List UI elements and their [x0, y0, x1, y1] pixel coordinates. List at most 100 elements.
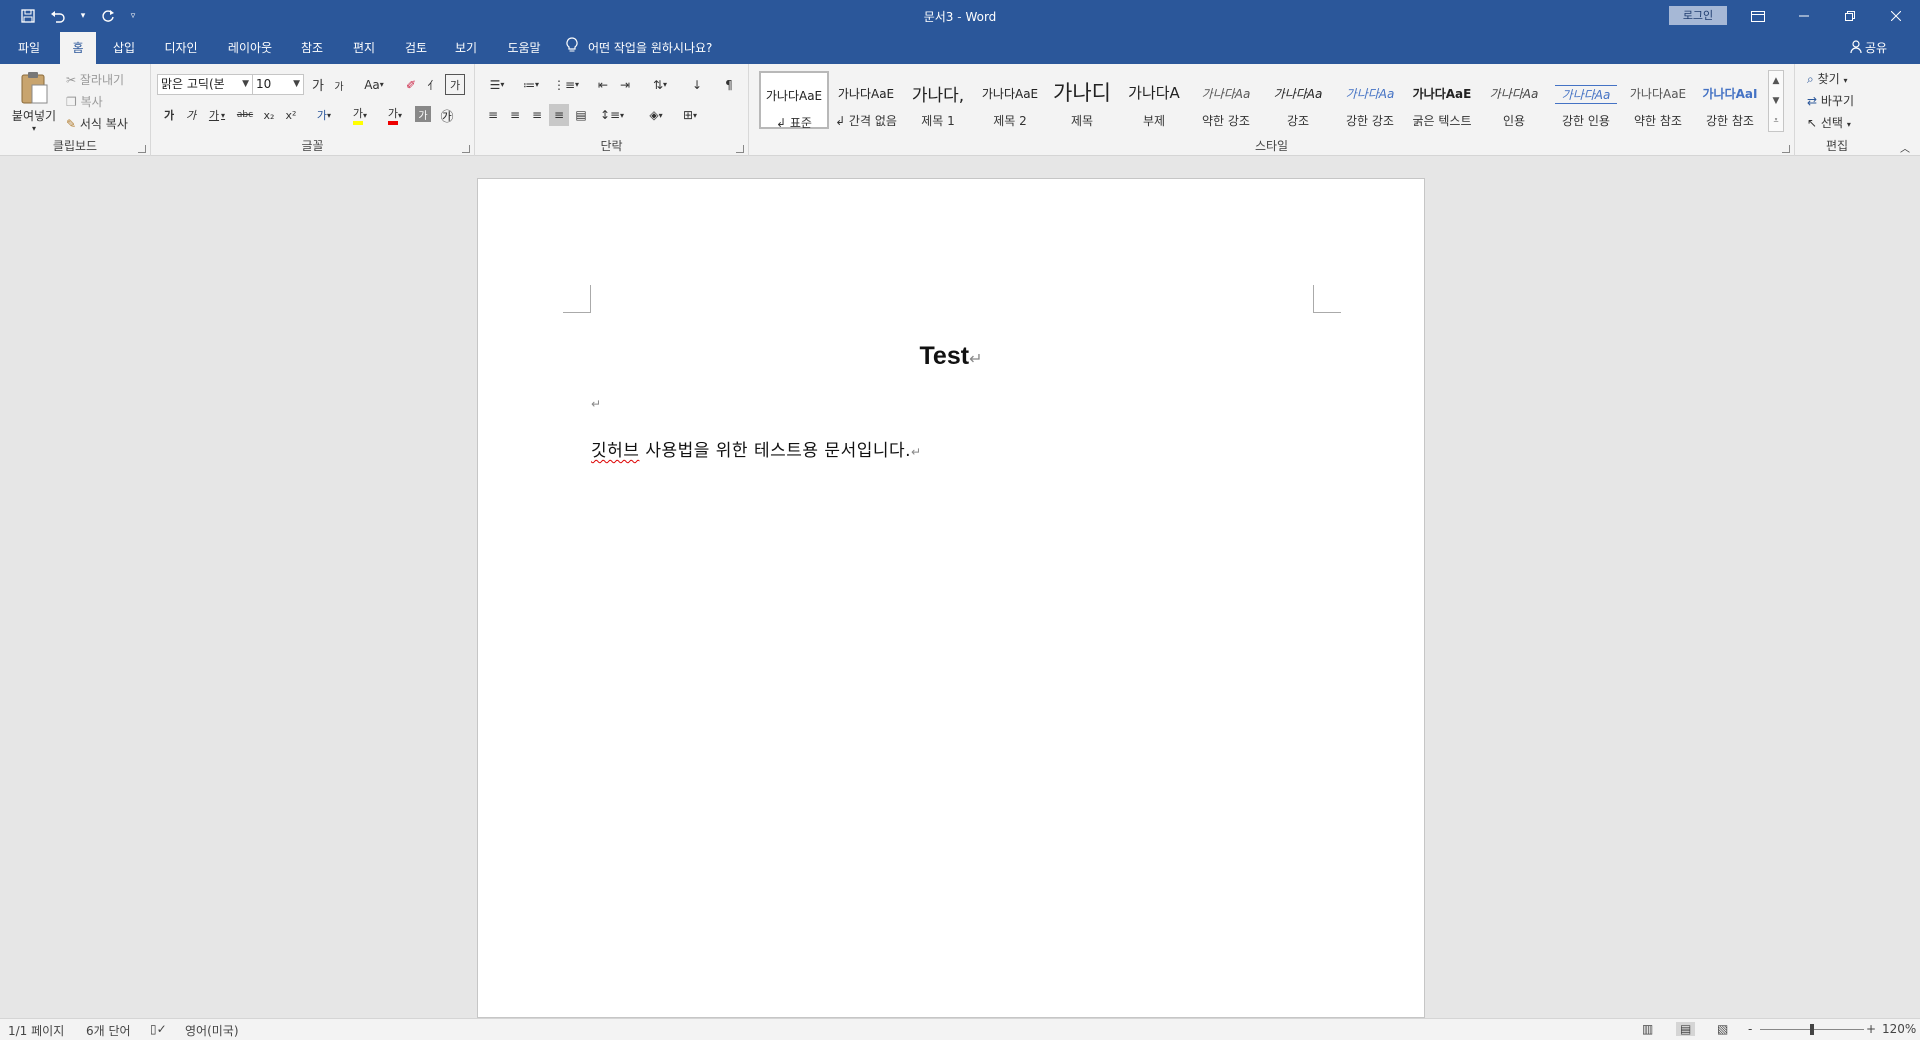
zoom-slider-thumb[interactable] [1810, 1024, 1814, 1035]
bullets-icon[interactable]: ☰ ▾ [483, 74, 511, 95]
style-strong[interactable]: 가나다AaE 굵은 텍스트 [1407, 71, 1477, 129]
style-no-spacing[interactable]: 가나다AaE ↲ 간격 없음 [831, 71, 901, 129]
text-effects-button[interactable]: 가 ▾ [309, 104, 339, 126]
superscript-button[interactable]: x² [281, 104, 301, 126]
word-count[interactable]: 6개 단어 [86, 1022, 131, 1039]
clipboard-group: 붙여넣기 ▾ ✂ 잘라내기 ❐ 복사 ✎ 서식 복사 클립보드 [0, 64, 151, 156]
document-area[interactable]: Test↵ ↵ 깃허브 사용법을 위한 테스트용 문서입니다.↵ [0, 157, 1920, 1018]
tab-mailings[interactable]: 편지 [346, 32, 382, 64]
sort-icon[interactable]: ↓ [687, 74, 707, 95]
show-formatting-marks-icon[interactable]: ¶ [719, 74, 739, 95]
character-border-icon[interactable]: 가 [445, 74, 465, 95]
increase-indent-icon[interactable]: ⇥ [615, 74, 635, 95]
share-button[interactable]: 공유 [1850, 32, 1887, 64]
ribbon-display-options-icon[interactable] [1735, 0, 1781, 32]
tab-help[interactable]: 도움말 [500, 32, 548, 64]
line-spacing-icon[interactable]: ↕≡ ▾ [597, 104, 627, 126]
style-quote[interactable]: 가나다Aa 인용 [1479, 71, 1549, 129]
zoom-in-button[interactable]: + [1866, 1022, 1876, 1036]
language-status[interactable]: 영어(미국) [185, 1022, 239, 1039]
format-painter-button[interactable]: ✎ 서식 복사 [66, 115, 128, 132]
underline-button[interactable]: 가 ▾ [203, 104, 231, 126]
change-case-button[interactable]: Aa ▾ [359, 74, 389, 95]
highlight-button[interactable]: 가 ▾ [344, 104, 376, 126]
font-launcher-icon[interactable] [462, 145, 470, 153]
multilevel-list-icon[interactable]: ⋮≡ ▾ [551, 74, 581, 95]
document-title-paragraph[interactable]: Test↵ [478, 342, 1424, 371]
align-center-icon[interactable]: ≡ [505, 104, 525, 126]
character-shading-icon[interactable]: 가 [415, 106, 431, 122]
tab-design[interactable]: 디자인 [156, 32, 206, 64]
replace-button[interactable]: ⇄ 바꾸기 [1807, 92, 1854, 109]
grow-font-button[interactable]: 가 [309, 74, 327, 95]
justify-icon[interactable]: ≡ [549, 104, 569, 126]
style-emphasis[interactable]: 가나다Aa 강조 [1263, 71, 1333, 129]
login-button[interactable]: 로그인 [1669, 6, 1727, 25]
font-family-select[interactable]: 맑은 고딕(본 ▼ [157, 74, 253, 95]
more-styles-icon[interactable]: ⩡ [1769, 111, 1783, 131]
page-count[interactable]: 1/1 페이지 [8, 1022, 64, 1039]
align-left-icon[interactable]: ≡ [483, 104, 503, 126]
select-button[interactable]: ↖ 선택 ▾ [1807, 114, 1851, 131]
restore-icon[interactable] [1827, 0, 1873, 32]
minimize-icon[interactable] [1781, 0, 1827, 32]
tab-references[interactable]: 참조 [294, 32, 330, 64]
font-size-select[interactable]: 10 ▼ [252, 74, 304, 95]
phonetic-guide-icon[interactable]: 亻 [423, 74, 443, 95]
style-subtitle[interactable]: 가나다A 부제 [1119, 71, 1189, 129]
cut-button[interactable]: ✂ 잘라내기 [66, 71, 124, 88]
italic-button[interactable]: 가 [181, 104, 201, 126]
clipboard-launcher-icon[interactable] [138, 145, 146, 153]
shrink-font-button[interactable]: 가 [331, 76, 347, 95]
style-intense-reference[interactable]: 가나다AaI 강한 참조 [1695, 71, 1765, 129]
enclose-characters-icon[interactable]: ㉮ [437, 104, 457, 126]
distributed-icon[interactable]: ▤ [571, 104, 591, 126]
tab-file[interactable]: 파일 [6, 32, 52, 64]
chevron-up-icon[interactable]: ▲ [1769, 71, 1783, 91]
style-heading-1[interactable]: 가나다, 제목 1 [903, 71, 973, 129]
style-subtle-reference[interactable]: 가나다AaE 약한 참조 [1623, 71, 1693, 129]
chevron-down-icon[interactable]: ▼ [1769, 91, 1783, 111]
align-right-icon[interactable]: ≡ [527, 104, 547, 126]
proofing-icon[interactable]: ▯✓ [150, 1022, 167, 1036]
borders-icon[interactable]: ⊞ ▾ [675, 104, 705, 126]
zoom-level[interactable]: 120% [1882, 1022, 1916, 1036]
tab-review[interactable]: 검토 [398, 32, 434, 64]
tab-view[interactable]: 보기 [448, 32, 484, 64]
close-icon[interactable] [1873, 0, 1919, 32]
web-layout-icon[interactable]: ▧ [1717, 1022, 1728, 1036]
style-normal[interactable]: 가나다AaE ↲ 표준 [759, 71, 829, 130]
tell-me-search[interactable]: 어떤 작업을 원하시나요? [566, 32, 712, 64]
text-direction-icon[interactable]: ⇅ ▾ [645, 74, 675, 95]
zoom-out-button[interactable]: - [1748, 1022, 1752, 1036]
subscript-button[interactable]: x₂ [259, 104, 279, 126]
paragraph-launcher-icon[interactable] [736, 145, 744, 153]
decrease-indent-icon[interactable]: ⇤ [593, 74, 613, 95]
shading-icon[interactable]: ◈ ▾ [641, 104, 671, 126]
empty-paragraph-mark[interactable]: ↵ [591, 397, 601, 411]
bold-button[interactable]: 가 [159, 104, 179, 126]
print-layout-icon[interactable]: ▤ [1676, 1022, 1696, 1036]
tab-home[interactable]: 홈 [60, 32, 96, 64]
tab-layout[interactable]: 레이아웃 [218, 32, 282, 64]
style-intense-emphasis[interactable]: 가나다Aa 강한 강조 [1335, 71, 1405, 129]
style-name: 약한 강조 [1202, 114, 1250, 128]
copy-button[interactable]: ❐ 복사 [66, 93, 103, 110]
document-page[interactable]: Test↵ ↵ 깃허브 사용법을 위한 테스트용 문서입니다.↵ [477, 178, 1425, 1018]
find-button[interactable]: ⌕ 찾기 ▾ [1807, 70, 1848, 87]
style-title[interactable]: 가나디 제목 [1047, 71, 1117, 129]
paste-button[interactable]: 붙여넣기 ▾ [8, 70, 60, 134]
tab-insert[interactable]: 삽입 [106, 32, 142, 64]
styles-launcher-icon[interactable] [1782, 145, 1790, 153]
collapse-ribbon-icon[interactable]: ︿ [1898, 140, 1912, 155]
strikethrough-button[interactable]: abc [233, 104, 257, 126]
misspelled-word[interactable]: 깃허브 [591, 441, 639, 461]
clear-formatting-icon[interactable]: ✐ [401, 74, 421, 95]
font-color-button[interactable]: 가 ▾ [379, 104, 411, 126]
document-body-paragraph[interactable]: 깃허브 사용법을 위한 테스트용 문서입니다.↵ [591, 436, 922, 461]
style-intense-quote[interactable]: 가나다Aa 강한 인용 [1551, 71, 1621, 129]
read-mode-icon[interactable]: ▥ [1642, 1022, 1653, 1036]
numbering-icon[interactable]: ≔ ▾ [517, 74, 545, 95]
style-heading-2[interactable]: 가나다AaE 제목 2 [975, 71, 1045, 129]
style-subtle-emphasis[interactable]: 가나다Aa 약한 강조 [1191, 71, 1261, 129]
